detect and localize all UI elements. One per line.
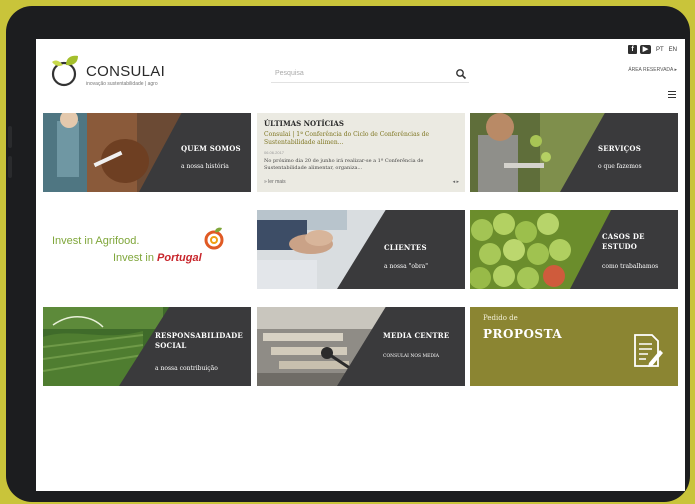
tile-title: QUEM SOMOS	[181, 144, 241, 153]
tile-title: MEDIA CENTRE	[383, 331, 450, 340]
brand-name: CONSULAI	[86, 63, 166, 80]
portugal-swirl-icon	[204, 227, 224, 250]
proposal-title: PROPOSTA	[483, 327, 563, 341]
client-area-label: ÁREA RESERVADA	[628, 67, 674, 73]
search-bar[interactable]: Pesquisa	[271, 67, 469, 83]
side-button	[8, 126, 12, 148]
tile-title-1: RESPONSABILIDADE	[155, 331, 243, 340]
logo[interactable]: CONSULAI inovação sustentabilidade | agr…	[47, 53, 165, 89]
agrifood-invest-in: Invest in	[113, 252, 154, 264]
tile-media-centre[interactable]: MEDIA CENTRE CONSULAI NOS MEDIA	[257, 307, 465, 386]
tablet-frame: CONSULAI inovação sustentabilidade | agr…	[6, 6, 690, 502]
brand-tagline: inovação sustentabilidade | agro	[86, 81, 158, 87]
proposal-label: Pedido de	[483, 314, 518, 322]
agrifood-portugal: Portugal	[157, 252, 202, 264]
news-body: No próximo dia 20 de junho irá realizar-…	[264, 158, 424, 171]
tile-title: CLIENTES	[384, 243, 427, 252]
top-links: f ▶ PT EN	[627, 45, 677, 54]
search-input[interactable]: Pesquisa	[275, 70, 304, 77]
tile-news[interactable]: ÚLTIMAS NOTÍCIAS Consulai | 1ª Conferênc…	[257, 113, 465, 192]
tile-title: SERVIÇOS	[598, 144, 641, 153]
search-icon[interactable]	[455, 68, 467, 80]
consulai-logo-icon	[51, 55, 78, 87]
tile-title-2: ESTUDO	[602, 242, 638, 251]
read-more-label: ler mais	[268, 179, 286, 185]
agrifood-line2: Invest in Portugal	[113, 252, 202, 264]
tile-clientes[interactable]: CLIENTES a nossa "obra"	[257, 210, 465, 289]
tile-subtitle: CONSULAI NOS MEDIA	[383, 354, 440, 359]
side-button	[8, 156, 12, 178]
tile-subtitle: o que fazemos	[598, 163, 642, 170]
tile-invest-agrifood[interactable]: Invest in Agrifood. Invest in Portugal	[43, 210, 251, 289]
tile-proposta[interactable]: Pedido de PROPOSTA	[470, 307, 678, 386]
read-more-link[interactable]: » ler mais	[264, 179, 286, 185]
news-pager[interactable]: ◂ ▸	[453, 179, 459, 185]
tile-subtitle: a nossa contribuição	[155, 365, 218, 372]
youtube-icon[interactable]: ▶	[639, 45, 651, 54]
menu-icon[interactable]	[668, 91, 676, 98]
lang-en[interactable]: EN	[669, 47, 677, 53]
website-screen: CONSULAI inovação sustentabilidade | agr…	[36, 39, 685, 491]
lang-pt[interactable]: PT	[656, 47, 664, 53]
news-heading: ÚLTIMAS NOTÍCIAS	[264, 119, 344, 128]
facebook-icon[interactable]: f	[627, 45, 637, 54]
tile-casos-estudo[interactable]: CASOS DE ESTUDO como trabalhamos	[470, 210, 678, 289]
tile-subtitle: a nossa "obra"	[384, 263, 429, 270]
tile-title-2: SOCIAL	[155, 341, 187, 350]
document-edit-icon	[634, 334, 663, 367]
tile-subtitle: a nossa história	[181, 163, 229, 170]
client-area-link[interactable]: ÁREA RESERVADA ▸	[628, 67, 677, 73]
tile-quem-somos[interactable]: QUEM SOMOS a nossa história	[43, 113, 251, 192]
tile-subtitle: como trabalhamos	[602, 263, 659, 270]
tile-responsabilidade[interactable]: RESPONSABILIDADE SOCIAL a nossa contribu…	[43, 307, 251, 386]
tile-servicos[interactable]: SERVIÇOS o que fazemos	[470, 113, 678, 192]
tile-title-1: CASOS DE	[602, 232, 645, 241]
news-date: 06.06.2017	[264, 150, 285, 155]
agrifood-line1: Invest in Agrifood.	[52, 235, 140, 247]
news-title-link[interactable]: Consulai | 1ª Conferência do Ciclo de Co…	[264, 131, 458, 147]
